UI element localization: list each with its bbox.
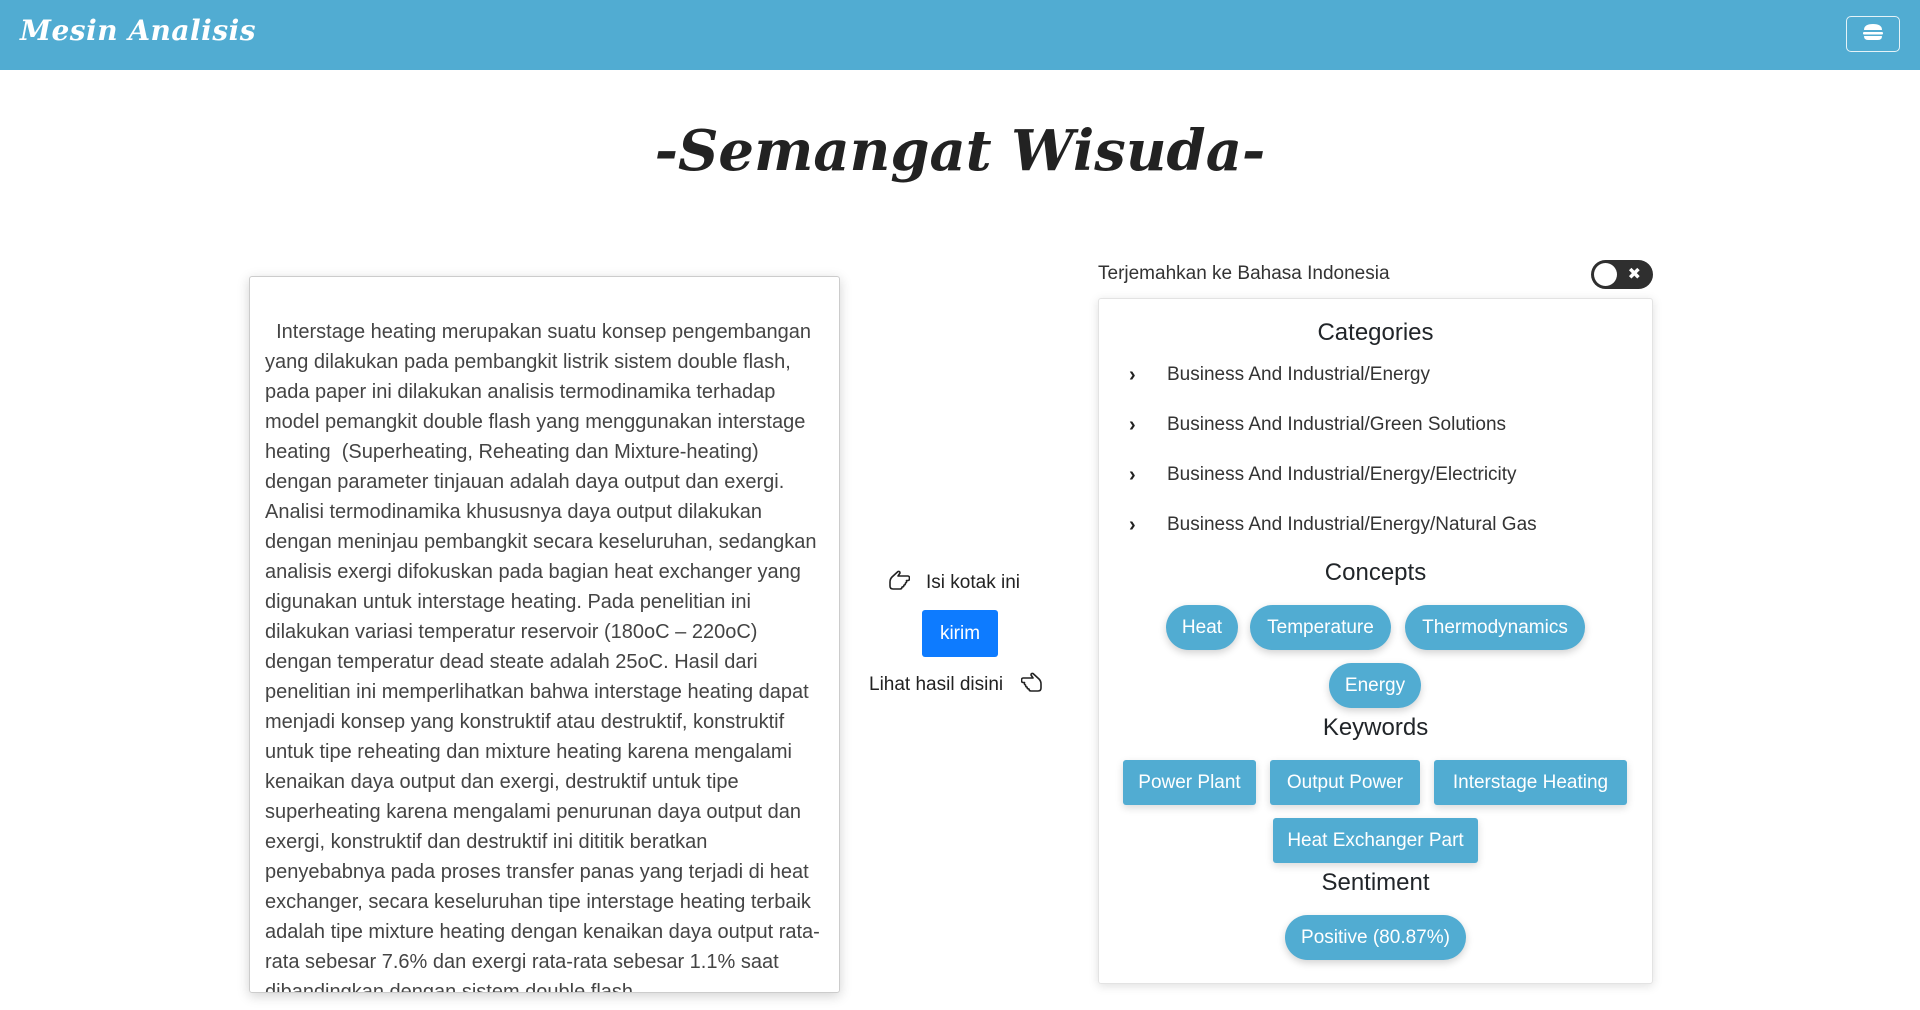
concepts-title: Concepts [1324, 559, 1427, 586]
sentiment-title: Sentiment [1321, 869, 1430, 896]
hand-point-left-icon [888, 570, 926, 596]
category-label: Business And Industrial/Green Solutions [1167, 414, 1507, 435]
category-item[interactable]: › Business And Industrial/Energy/Electri… [1129, 460, 1517, 490]
results-card: Categories › Business And Industrial/Ene… [1098, 298, 1653, 984]
chevron-right-icon: › [1129, 363, 1136, 386]
category-label: Business And Industrial/Energy/Natural G… [1167, 514, 1537, 535]
concept-pill[interactable]: Thermodynamics [1405, 605, 1585, 650]
translate-label: Terjemahkan ke Bahasa Indonesia [1098, 263, 1390, 284]
keyword-tag[interactable]: Interstage Heating [1434, 760, 1627, 805]
keywords-title: Keywords [1322, 714, 1429, 741]
hand-point-right-icon [1003, 672, 1043, 698]
concept-pill[interactable]: Temperature [1250, 605, 1391, 650]
category-item[interactable]: › Business And Industrial/Green Solution… [1129, 410, 1506, 440]
resize-handle-icon[interactable] [826, 979, 836, 989]
chevron-right-icon: › [1129, 513, 1136, 536]
fill-hint: Isi kotak ini [888, 570, 1020, 596]
input-text: Interstage heating merupakan suatu konse… [265, 321, 823, 993]
close-icon: ✖ [1627, 266, 1641, 283]
category-item[interactable]: › Business And Industrial/Energy/Natural… [1129, 510, 1537, 540]
send-button[interactable]: kirim [922, 610, 998, 657]
toggle-knob [1594, 263, 1617, 286]
result-hint: Lihat hasil disini [869, 672, 1043, 698]
keyword-tag[interactable]: Heat Exchanger Part [1273, 818, 1478, 863]
menu-toggle-button[interactable] [1846, 16, 1900, 52]
chevron-right-icon: › [1129, 413, 1136, 436]
category-label: Business And Industrial/Energy/Electrici… [1167, 464, 1517, 485]
chevron-right-icon: › [1129, 463, 1136, 486]
sentiment-badge[interactable]: Positive (80.87%) [1285, 915, 1466, 960]
keyword-tag[interactable]: Power Plant [1123, 760, 1256, 805]
categories-title: Categories [1317, 319, 1434, 346]
keyword-tag[interactable]: Output Power [1270, 760, 1420, 805]
brand-logo[interactable]: Mesin Analisis [20, 14, 256, 47]
translate-toggle[interactable]: ✖ [1591, 260, 1653, 289]
category-label: Business And Industrial/Energy [1167, 364, 1430, 385]
translate-row: Terjemahkan ke Bahasa Indonesia ✖ [1098, 260, 1653, 290]
hamburger-icon [1861, 22, 1885, 47]
concept-pill[interactable]: Heat [1166, 605, 1238, 650]
page-title: -Semangat Wisuda- [654, 118, 1266, 184]
category-item[interactable]: › Business And Industrial/Energy [1129, 360, 1430, 390]
concept-pill[interactable]: Energy [1329, 663, 1421, 708]
analysis-text-input[interactable]: Interstage heating merupakan suatu konse… [249, 276, 840, 993]
result-hint-label: Lihat hasil disini [869, 674, 1004, 695]
fill-hint-label: Isi kotak ini [926, 572, 1020, 593]
navbar: Mesin Analisis [0, 0, 1920, 70]
